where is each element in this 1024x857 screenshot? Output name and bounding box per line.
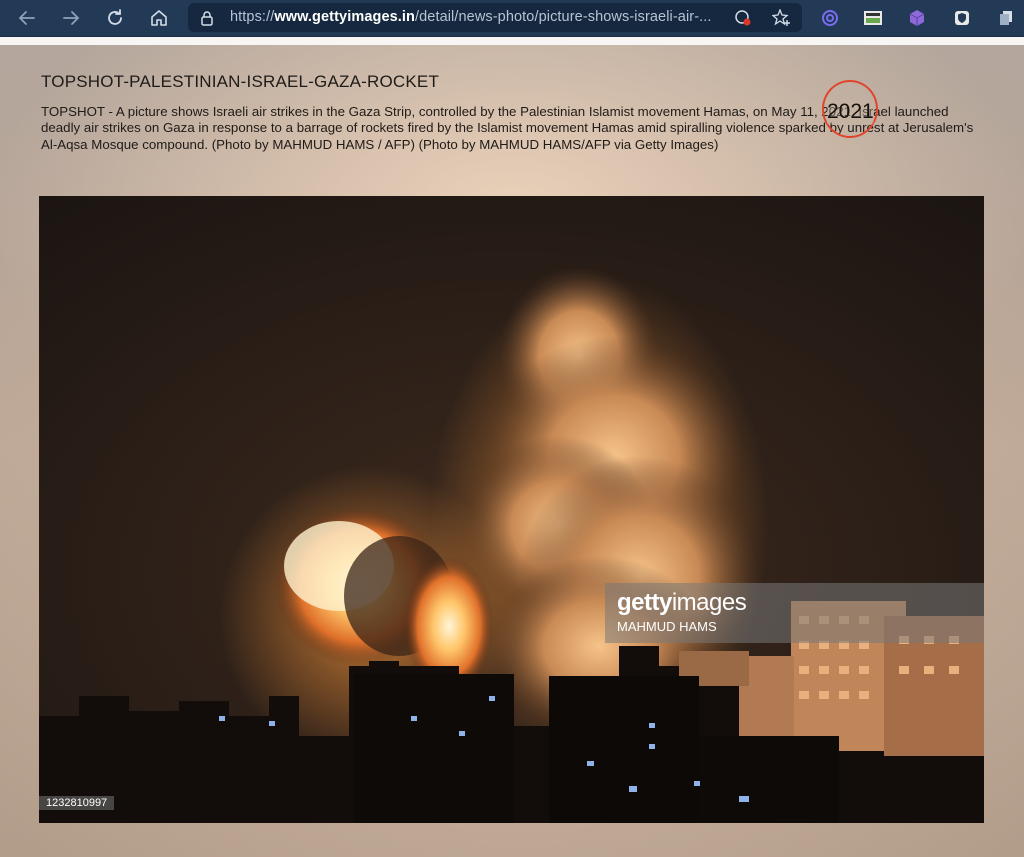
forward-arrow-icon	[63, 11, 80, 25]
photo-title: TOPSHOT-PALESTINIAN-ISRAEL-GAZA-ROCKET	[41, 72, 440, 91]
page-top-strip	[0, 37, 1024, 45]
back-arrow-icon	[18, 11, 35, 25]
tracking-prevention-icon[interactable]	[734, 9, 752, 27]
extension-shield-icon[interactable]	[951, 7, 973, 29]
forward-button[interactable]	[53, 0, 89, 36]
browser-toolbar: https://www.gettyimages.in/detail/news-p…	[0, 0, 1024, 37]
back-button[interactable]	[9, 0, 45, 36]
getty-watermark: gettyimages MAHMUD HAMS	[605, 583, 984, 643]
extension-copy-icon[interactable]	[995, 7, 1017, 29]
add-favorite-icon[interactable]	[772, 9, 792, 27]
address-bar[interactable]: https://www.gettyimages.in/detail/news-p…	[188, 3, 802, 32]
watermark-logo: gettyimages	[617, 589, 747, 616]
highlight-year: 2021	[827, 100, 874, 124]
reload-button[interactable]	[97, 0, 133, 36]
lock-icon	[201, 11, 213, 26]
explosion-scene-image	[39, 196, 984, 823]
reload-icon	[108, 9, 122, 25]
url-text: https://www.gettyimages.in/detail/news-p…	[230, 9, 712, 25]
extension-nvidia-icon[interactable]	[862, 7, 884, 29]
home-icon	[151, 10, 167, 26]
news-photo[interactable]: gettyimages MAHMUD HAMS 1232810997	[39, 196, 984, 823]
extension-cube-icon[interactable]	[906, 7, 928, 29]
photo-id-label: 1232810997	[39, 796, 115, 810]
home-button[interactable]	[141, 0, 177, 36]
extension-at-icon[interactable]	[819, 7, 841, 29]
watermark-credit: MAHMUD HAMS	[617, 619, 717, 634]
